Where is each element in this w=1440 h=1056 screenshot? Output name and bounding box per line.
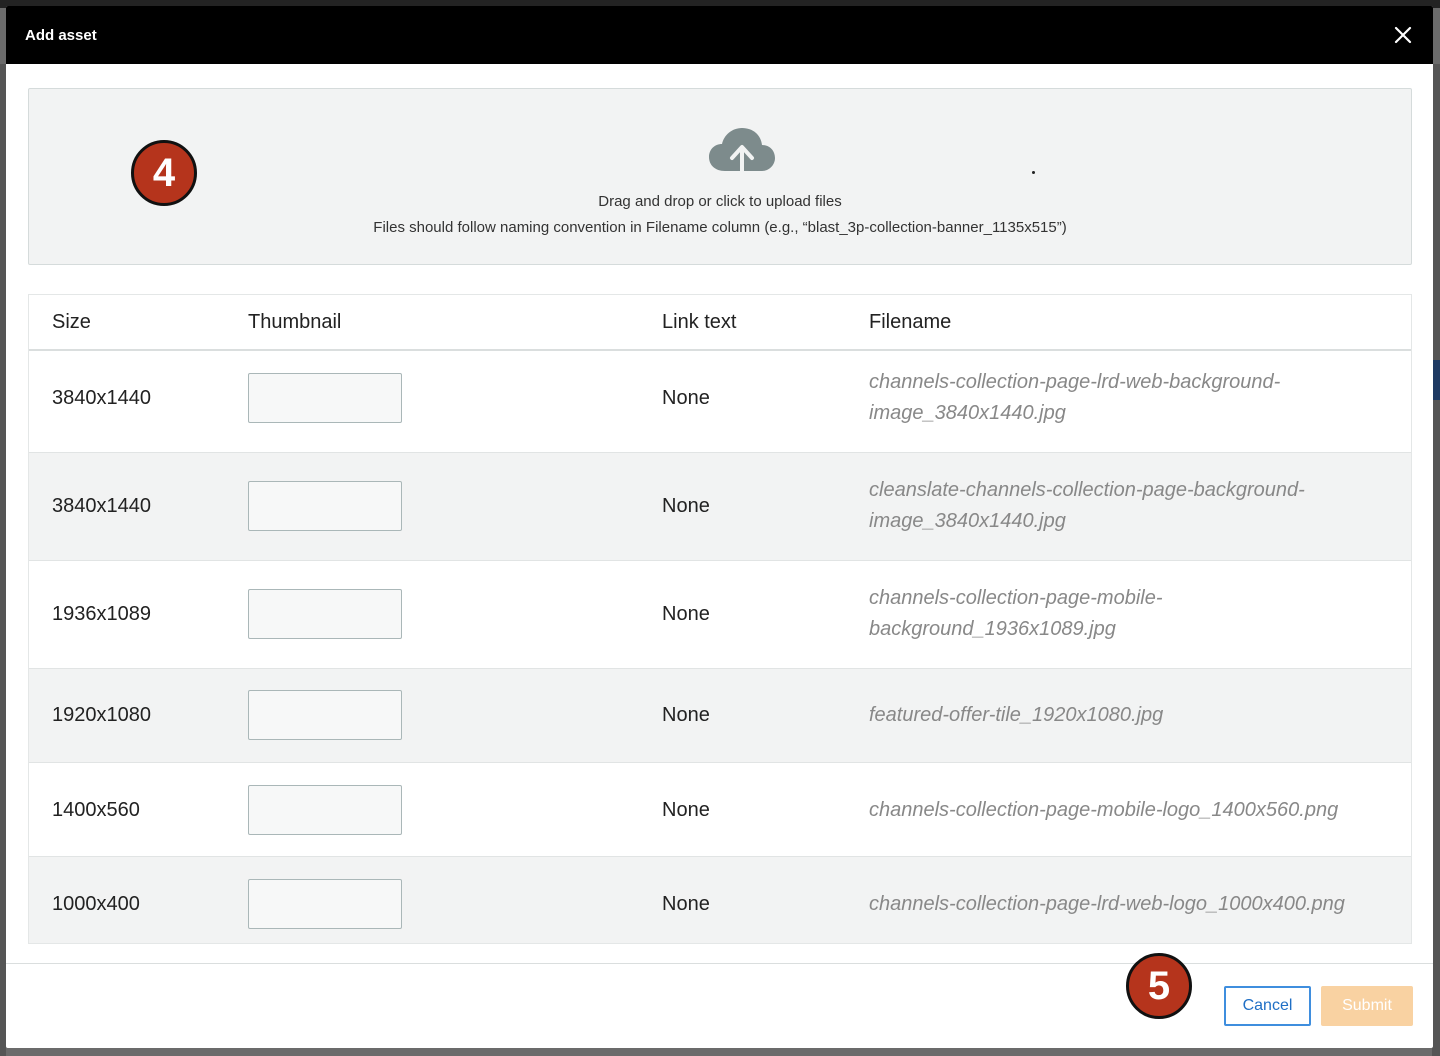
filename-line: cleanslate-channels-collection-page-back… bbox=[869, 479, 1305, 501]
filename-line: image_3840x1440.jpg bbox=[869, 402, 1066, 424]
asset-table: Size Thumbnail Link text Filename 3840x1… bbox=[28, 294, 1412, 944]
column-header-filename: Filename bbox=[869, 311, 952, 333]
thumbnail-placeholder[interactable] bbox=[248, 785, 402, 835]
cell-link-text: None bbox=[662, 704, 710, 726]
table-row: 1920x1080 None featured-offer-tile_1920x… bbox=[29, 669, 1411, 763]
dropzone-naming-hint: Files should follow naming convention in… bbox=[373, 219, 1067, 236]
cell-size: 1920x1080 bbox=[52, 704, 151, 726]
cell-size: 1400x560 bbox=[52, 799, 140, 821]
filename-line: channels-collection-page-mobile-logo_140… bbox=[869, 799, 1339, 821]
close-icon[interactable] bbox=[1391, 23, 1415, 47]
column-header-link-text: Link text bbox=[662, 311, 737, 333]
thumbnail-placeholder[interactable] bbox=[248, 589, 402, 639]
step-badge-5: 5 bbox=[1126, 953, 1192, 1019]
cell-size: 1936x1089 bbox=[52, 603, 151, 625]
filename-line: channels-collection-page-lrd-web-logo_10… bbox=[869, 893, 1345, 915]
table-row: 1400x560 None channels-collection-page-m… bbox=[29, 763, 1411, 857]
cell-filename: channels-collection-page-mobile- backgro… bbox=[869, 583, 1389, 645]
table-header: Size Thumbnail Link text Filename bbox=[29, 295, 1411, 351]
filename-line: channels-collection-page-lrd-web-backgro… bbox=[869, 371, 1281, 393]
cell-filename: channels-collection-page-lrd-web-backgro… bbox=[869, 367, 1389, 429]
thumbnail-placeholder[interactable] bbox=[248, 690, 402, 740]
table-row: 1000x400 None channels-collection-page-l… bbox=[29, 857, 1411, 943]
filename-line: image_3840x1440.jpg bbox=[869, 510, 1066, 532]
cell-size: 3840x1440 bbox=[52, 495, 151, 517]
dropzone-instruction: Drag and drop or click to upload files bbox=[598, 193, 842, 210]
cell-link-text: None bbox=[662, 893, 710, 915]
cell-link-text: None bbox=[662, 495, 710, 517]
cell-filename: channels-collection-page-mobile-logo_140… bbox=[869, 795, 1389, 826]
table-row: 3840x1440 None channels-collection-page-… bbox=[29, 351, 1411, 453]
cell-size: 1000x400 bbox=[52, 893, 140, 915]
table-row: 1936x1089 None channels-collection-page-… bbox=[29, 561, 1411, 669]
file-dropzone[interactable]: Drag and drop or click to upload files F… bbox=[28, 88, 1412, 265]
table-row: 3840x1440 None cleanslate-channels-colle… bbox=[29, 453, 1411, 561]
footer-divider bbox=[6, 963, 1433, 964]
step-badge-4: 4 bbox=[131, 140, 197, 206]
cell-link-text: None bbox=[662, 387, 710, 409]
thumbnail-placeholder[interactable] bbox=[248, 481, 402, 531]
cell-filename: cleanslate-channels-collection-page-back… bbox=[869, 475, 1389, 537]
column-header-size: Size bbox=[52, 311, 91, 333]
modal-title: Add asset bbox=[25, 26, 97, 44]
submit-button[interactable]: Submit bbox=[1321, 986, 1413, 1026]
cancel-button[interactable]: Cancel bbox=[1224, 986, 1311, 1026]
cell-filename: featured-offer-tile_1920x1080.jpg bbox=[869, 700, 1389, 731]
cell-link-text: None bbox=[662, 603, 710, 625]
cell-size: 3840x1440 bbox=[52, 387, 151, 409]
column-header-thumbnail: Thumbnail bbox=[248, 311, 342, 333]
cell-link-text: None bbox=[662, 799, 710, 821]
cell-filename: channels-collection-page-lrd-web-logo_10… bbox=[869, 889, 1409, 920]
thumbnail-placeholder[interactable] bbox=[248, 373, 402, 423]
filename-line: channels-collection-page-mobile- bbox=[869, 587, 1163, 609]
background-blue-accent bbox=[1432, 360, 1440, 400]
cloud-upload-icon bbox=[709, 128, 775, 183]
filename-line: featured-offer-tile_1920x1080.jpg bbox=[869, 704, 1164, 726]
modal-header: Add asset bbox=[6, 6, 1433, 64]
background-right-edge bbox=[1432, 64, 1440, 1056]
stray-dot bbox=[1032, 171, 1035, 174]
filename-line: background_1936x1089.jpg bbox=[869, 618, 1116, 640]
thumbnail-placeholder[interactable] bbox=[248, 879, 402, 929]
add-asset-modal: Add asset Drag and drop or click to uplo… bbox=[6, 6, 1433, 1048]
